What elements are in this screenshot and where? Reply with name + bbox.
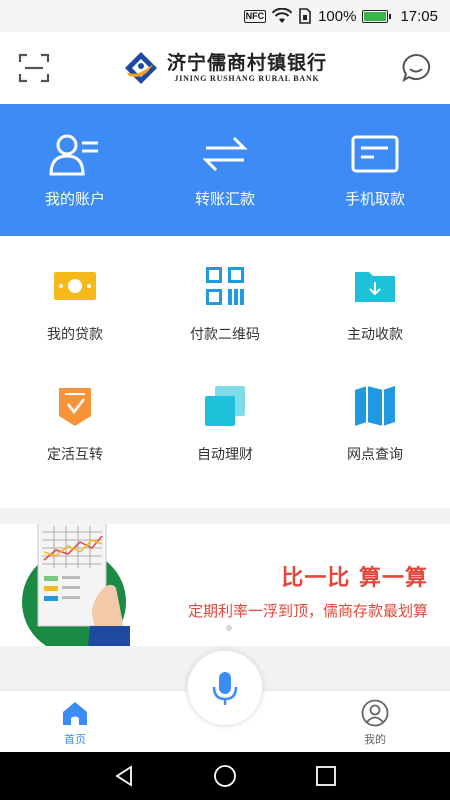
deposit-convert-button[interactable]: 定活互转 [0, 378, 150, 498]
my-account-label: 我的账户 [44, 190, 105, 208]
service-grid: 我的贷款 付款二维码 主动收款 定活互转 自动理财 网点查询 [0, 236, 450, 508]
card-withdraw-icon [351, 135, 399, 173]
tab-mine-label: 我的 [364, 733, 386, 746]
deposit-convert-label: 定活互转 [47, 447, 103, 463]
scan-icon[interactable] [18, 52, 50, 84]
account-icon [49, 134, 98, 176]
sim-icon [299, 8, 311, 24]
mobile-withdraw-label: 手机取款 [344, 190, 405, 208]
rate-sheet-illustration [22, 524, 130, 646]
home-circle-icon[interactable] [213, 764, 237, 788]
user-profile-icon [361, 699, 389, 727]
voice-input-button[interactable] [187, 650, 263, 726]
my-loan-label: 我的贷款 [47, 327, 103, 343]
transfer-label: 转账汇款 [194, 190, 255, 208]
auto-finance-label: 自动理财 [197, 447, 253, 463]
loan-icon [54, 272, 96, 300]
bank-name-cn: 济宁儒商村镇银行 [166, 52, 327, 74]
wifi-icon [272, 8, 293, 23]
banner-subtitle: 定期利率一浮到顶，儒商存款最划算 [187, 602, 428, 620]
back-icon[interactable] [112, 764, 136, 788]
bank-logo: 济宁儒商村镇银行 JINING RUSHANG RURAL BANK [123, 50, 327, 86]
my-loan-button[interactable]: 我的贷款 [0, 258, 150, 378]
my-account-button[interactable]: 我的账户 [0, 104, 150, 236]
app-header: 济宁儒商村镇银行 JINING RUSHANG RURAL BANK [0, 32, 450, 104]
recent-apps-icon[interactable] [314, 764, 338, 788]
branch-query-button[interactable]: 网点查询 [300, 378, 450, 498]
auto-finance-button[interactable]: 自动理财 [150, 378, 300, 498]
active-receive-button[interactable]: 主动收款 [300, 258, 450, 378]
home-icon [63, 702, 87, 725]
microphone-icon [212, 672, 238, 705]
mobile-withdraw-button[interactable]: 手机取款 [300, 104, 450, 236]
tab-home-label: 首页 [64, 733, 86, 746]
carousel-indicator [226, 625, 232, 631]
battery-percent: 100% [318, 7, 357, 25]
payment-qr-button[interactable]: 付款二维码 [150, 258, 300, 378]
clock: 17:05 [400, 7, 438, 25]
app-screen: NFC 100% 17:05 济宁儒商村镇银行 JINING RUSHANG R… [0, 0, 450, 800]
status-bar: NFC 100% 17:05 [0, 0, 450, 32]
battery-icon [362, 9, 392, 23]
tab-home[interactable]: 首页 [45, 699, 105, 747]
transfer-button[interactable]: 转账汇款 [150, 104, 300, 236]
promo-banner[interactable]: 比一比 算一算 定期利率一浮到顶，儒商存款最划算 [0, 524, 450, 646]
branch-query-label: 网点查询 [347, 447, 403, 463]
auto-finance-icon [205, 386, 245, 426]
map-icon [355, 386, 395, 426]
bank-name-en: JINING RUSHANG RURAL BANK [174, 74, 320, 83]
deposit-convert-icon [59, 388, 91, 426]
qr-code-icon [206, 267, 244, 305]
nfc-icon: NFC [243, 9, 267, 23]
transfer-icon [202, 136, 248, 172]
receive-folder-icon [355, 272, 395, 302]
payment-qr-label: 付款二维码 [190, 327, 260, 343]
quick-actions-bar: 我的账户 转账汇款 手机取款 [0, 104, 450, 236]
tab-mine[interactable]: 我的 [345, 699, 405, 747]
system-navigation-bar [0, 752, 450, 800]
chat-bubble-icon[interactable] [400, 52, 432, 84]
banner-title: 比一比 算一算 [281, 566, 428, 591]
active-receive-label: 主动收款 [347, 327, 403, 343]
bank-logo-icon [124, 52, 157, 84]
